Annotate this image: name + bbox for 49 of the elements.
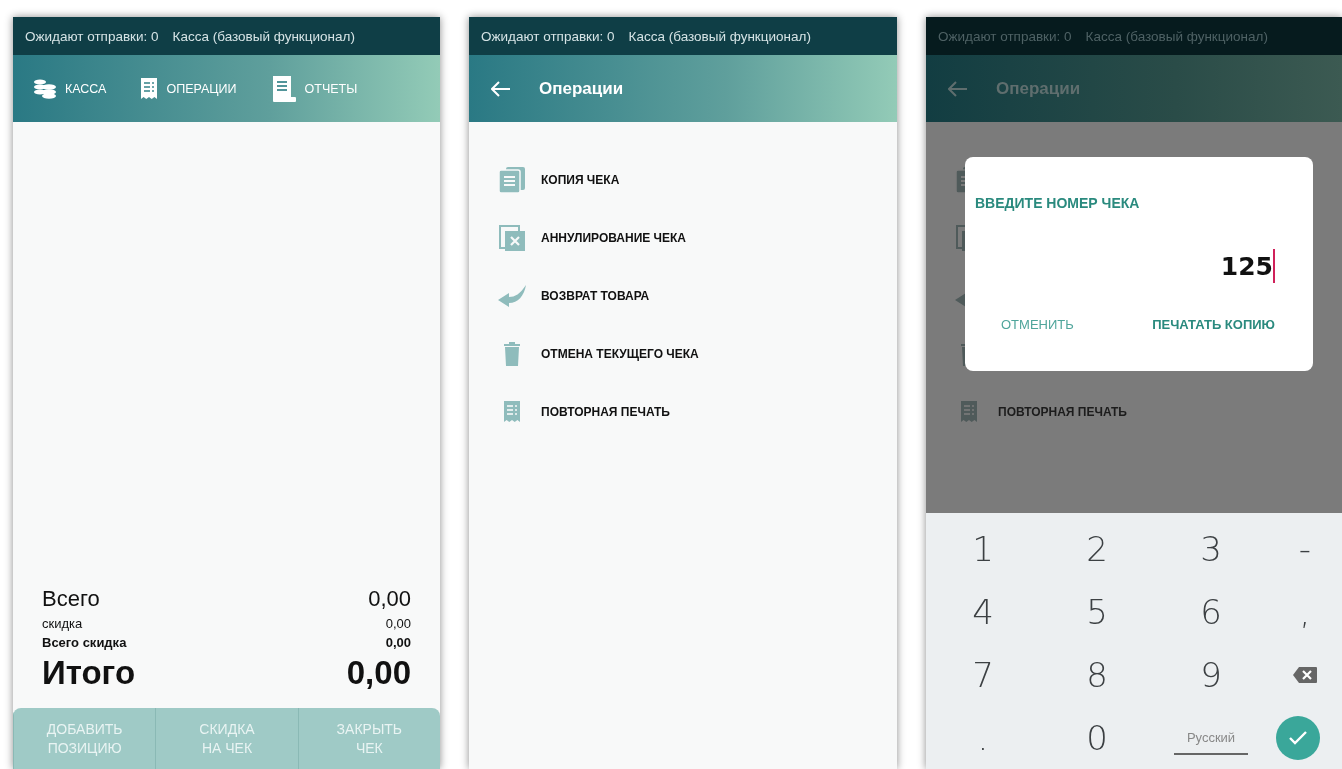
backspace-icon — [1292, 665, 1318, 684]
screen-title: Операции — [539, 78, 624, 99]
enter-key[interactable] — [1276, 715, 1320, 760]
total-value: 0,00 — [346, 654, 411, 692]
key[interactable]: 9 — [1154, 643, 1268, 706]
menu-item[interactable]: АННУЛИРОВАНИЕ ЧЕКА — [541, 231, 687, 245]
key[interactable]: . — [926, 706, 1040, 769]
total-label: скидка — [42, 616, 83, 631]
menu-item[interactable]: ПОВТОРНАЯ ПЕЧАТЬ — [541, 405, 670, 419]
pending-count: Ожидают отправки: 0 — [481, 28, 615, 44]
dialog-title: ВВЕДИТЕ НОМЕР ЧЕКА — [975, 195, 1141, 211]
total-label: Всего скидка — [42, 635, 127, 650]
key[interactable]: 5 — [1040, 580, 1154, 643]
key[interactable]: 8 — [1040, 643, 1154, 706]
total-label: Итого — [42, 654, 136, 692]
key[interactable]: - — [1268, 517, 1342, 580]
receipt-icon — [140, 76, 159, 101]
key[interactable]: 1 — [926, 517, 1040, 580]
pending-count: Ожидают отправки: 0 — [25, 28, 159, 44]
tab[interactable]: КАССА — [65, 81, 107, 96]
mode-label: Касса (базовый функционал) — [1085, 28, 1268, 44]
dialog-button[interactable]: ПЕЧАТАТЬ КОПИЮ — [1152, 313, 1275, 336]
key[interactable]: 3 — [1154, 517, 1268, 580]
menu-item[interactable]: ПОВТОРНАЯ ПЕЧАТЬ — [998, 405, 1127, 419]
mode-label: Касса (базовый функционал) — [172, 28, 355, 44]
key[interactable]: 0 — [1040, 706, 1154, 769]
menu-item[interactable]: КОПИЯ ЧЕКА — [541, 173, 620, 187]
key[interactable]: 6 — [1154, 580, 1268, 643]
menu-item[interactable]: ВОЗВРАТ ТОВАРА — [541, 289, 650, 303]
key[interactable]: 7 — [926, 643, 1040, 706]
total-value: 0,00 — [385, 635, 411, 650]
receipt-icon — [503, 400, 521, 424]
key[interactable]: 2 — [1040, 517, 1154, 580]
mode-label: Касса (базовый функционал) — [628, 28, 811, 44]
total-value: 0,00 — [368, 586, 411, 612]
receipt-number-field[interactable]: 125 — [1220, 249, 1275, 283]
coins-icon — [33, 78, 57, 99]
document-icon — [270, 74, 297, 103]
total-label: Всего — [42, 586, 100, 612]
receipt-icon — [960, 400, 978, 424]
menu-item[interactable]: ОТМЕНА ТЕКУЩЕГО ЧЕКА — [541, 347, 699, 361]
back-arrow-icon — [491, 80, 511, 97]
total-value: 0,00 — [385, 616, 411, 631]
back-arrow-icon — [948, 80, 968, 97]
checkmark-icon — [1288, 729, 1308, 746]
key[interactable]: 4 — [926, 580, 1040, 643]
key[interactable]: , — [1268, 580, 1342, 643]
pending-count: Ожидают отправки: 0 — [938, 28, 1072, 44]
screen-title: Операции — [996, 78, 1081, 99]
